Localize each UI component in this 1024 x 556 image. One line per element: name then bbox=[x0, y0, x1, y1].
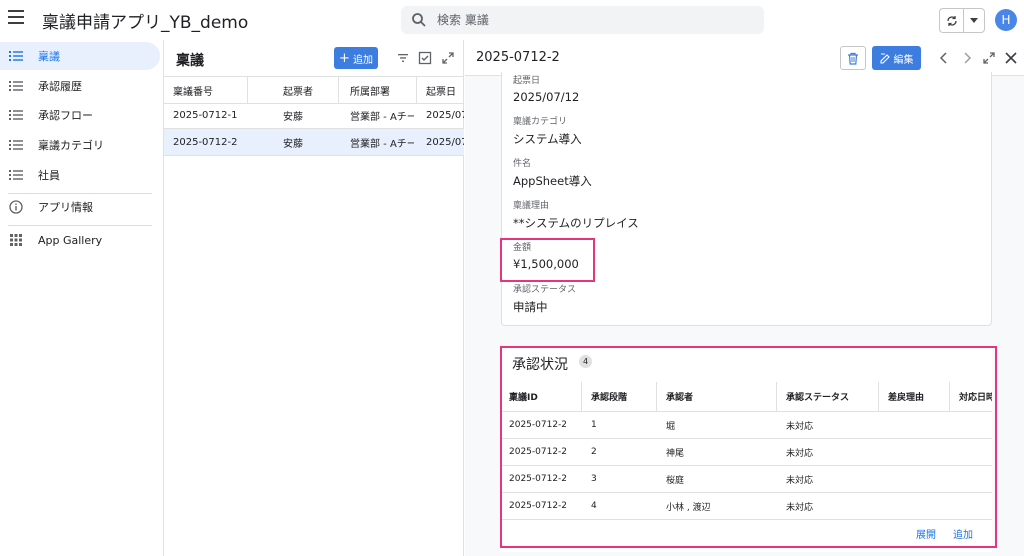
search-input[interactable] bbox=[437, 13, 737, 27]
delete-button[interactable] bbox=[840, 46, 866, 70]
sidebar-item-label: 社員 bbox=[38, 169, 60, 182]
sync-control bbox=[939, 8, 985, 33]
field-label: 承認ステータス bbox=[513, 285, 577, 295]
sidebar-item-label: App Gallery bbox=[38, 233, 103, 247]
expand-icon[interactable] bbox=[982, 51, 996, 65]
search-bar[interactable] bbox=[401, 6, 764, 34]
sidebar-item-approval-flow[interactable]: 承認フロー bbox=[0, 101, 160, 129]
edit-icon bbox=[879, 53, 890, 64]
column-header[interactable]: 所属部署 bbox=[350, 77, 420, 103]
field-label: 稟議カテゴリ bbox=[513, 117, 568, 127]
table-cell: 安藤 bbox=[283, 112, 303, 123]
column-header[interactable]: 稟議番号 bbox=[173, 77, 243, 103]
close-icon[interactable] bbox=[1004, 51, 1018, 65]
column-header[interactable]: 起票日 bbox=[426, 77, 464, 103]
list-icon bbox=[9, 110, 23, 120]
grid-icon bbox=[10, 234, 22, 246]
add-button-label: 追加 bbox=[352, 54, 373, 66]
table-cell: 2025-0712-2 bbox=[173, 136, 238, 148]
sidebar-item-ringi[interactable]: 稟議 bbox=[0, 42, 160, 70]
table-cell: 2025/07/12 bbox=[426, 136, 464, 148]
detail-title: 2025-0712-2 bbox=[476, 50, 560, 65]
search-icon bbox=[412, 13, 426, 27]
chevron-left-icon[interactable] bbox=[937, 51, 951, 65]
edit-button[interactable]: 編集 bbox=[872, 46, 921, 70]
sidebar-item-ringi-category[interactable]: 稟議カテゴリ bbox=[0, 131, 160, 159]
select-checkbox-icon[interactable] bbox=[418, 51, 432, 65]
sidebar-item-app-info[interactable]: アプリ情報 bbox=[0, 193, 160, 221]
field-value: システム導入 bbox=[513, 132, 582, 146]
sidebar-item-employees[interactable]: 社員 bbox=[0, 161, 160, 189]
list-row[interactable]: 2025-0712-1 安藤 営業部 - Aチーム 2025/07/12 bbox=[164, 103, 464, 129]
caret-down-icon bbox=[970, 18, 978, 23]
amount-highlight-box bbox=[500, 238, 595, 282]
table-cell: 2025/07/12 bbox=[426, 110, 464, 121]
sync-dropdown-button[interactable] bbox=[964, 9, 984, 32]
list-icon bbox=[9, 51, 23, 61]
hamburger-menu-icon[interactable] bbox=[8, 10, 24, 24]
trash-icon bbox=[848, 52, 858, 65]
sync-button[interactable] bbox=[940, 9, 964, 32]
user-avatar[interactable]: H bbox=[995, 9, 1017, 31]
approval-status-highlight-box bbox=[500, 346, 997, 548]
sidebar-item-label: 承認履歴 bbox=[38, 80, 82, 93]
expand-icon[interactable] bbox=[441, 51, 455, 65]
list-title: 稟議 bbox=[176, 53, 204, 69]
list-row-selected[interactable]: 2025-0712-2 安藤 営業部 - Aチーム 2025/07/12 bbox=[164, 129, 464, 156]
list-icon bbox=[9, 81, 23, 91]
app-title: 稟議申請アプリ_YB_demo bbox=[42, 13, 249, 33]
detail-card: 起票日 2025/07/12 稟議カテゴリ システム導入 件名 AppSheet… bbox=[501, 72, 992, 326]
field-value: 2025/07/12 bbox=[513, 90, 580, 104]
field-label: 起票日 bbox=[513, 76, 541, 86]
field-label: 稟議理由 bbox=[513, 201, 550, 211]
add-button[interactable]: + 追加 bbox=[334, 47, 378, 69]
sidebar-item-label: 稟議 bbox=[38, 50, 60, 63]
top-bar: 稟議申請アプリ_YB_demo H bbox=[0, 0, 1024, 40]
sidebar-item-approval-history[interactable]: 承認履歴 bbox=[0, 72, 160, 100]
filter-icon[interactable] bbox=[396, 51, 410, 65]
field-value: 申請中 bbox=[513, 300, 548, 314]
list-pane: 稟議 + 追加 稟議番号 起票者 所属部署 起票日 2025-0712-1 安藤… bbox=[164, 40, 464, 556]
sidebar-item-label: 稟議カテゴリ bbox=[38, 139, 104, 152]
table-cell: 2025-0712-1 bbox=[173, 110, 238, 121]
detail-toolbar: 2025-0712-2 編集 bbox=[465, 40, 1024, 76]
plus-icon: + bbox=[339, 50, 350, 66]
sidebar-item-label: 承認フロー bbox=[38, 109, 93, 122]
table-cell: 安藤 bbox=[283, 138, 303, 150]
field-value: **システムのリプレイス bbox=[513, 216, 639, 230]
table-cell: 営業部 - Aチーム bbox=[350, 112, 414, 123]
info-icon bbox=[9, 200, 23, 214]
list-header: 稟議番号 起票者 所属部署 起票日 bbox=[164, 76, 464, 104]
edit-button-label: 編集 bbox=[893, 54, 914, 66]
sidebar-item-label: アプリ情報 bbox=[38, 201, 93, 214]
list-icon bbox=[9, 140, 23, 150]
sidebar: 稟議 承認履歴 承認フロー 稟議カテゴリ 社員 アプリ情報 App Galler… bbox=[0, 40, 164, 556]
field-label: 件名 bbox=[513, 159, 532, 169]
sync-icon bbox=[946, 15, 957, 26]
sidebar-item-app-gallery[interactable]: App Gallery bbox=[0, 226, 160, 254]
chevron-right-icon[interactable] bbox=[960, 51, 974, 65]
list-icon bbox=[9, 170, 23, 180]
column-header[interactable]: 起票者 bbox=[283, 77, 333, 103]
table-cell: 営業部 - Aチーム bbox=[350, 138, 414, 150]
field-value: AppSheet導入 bbox=[513, 174, 592, 188]
